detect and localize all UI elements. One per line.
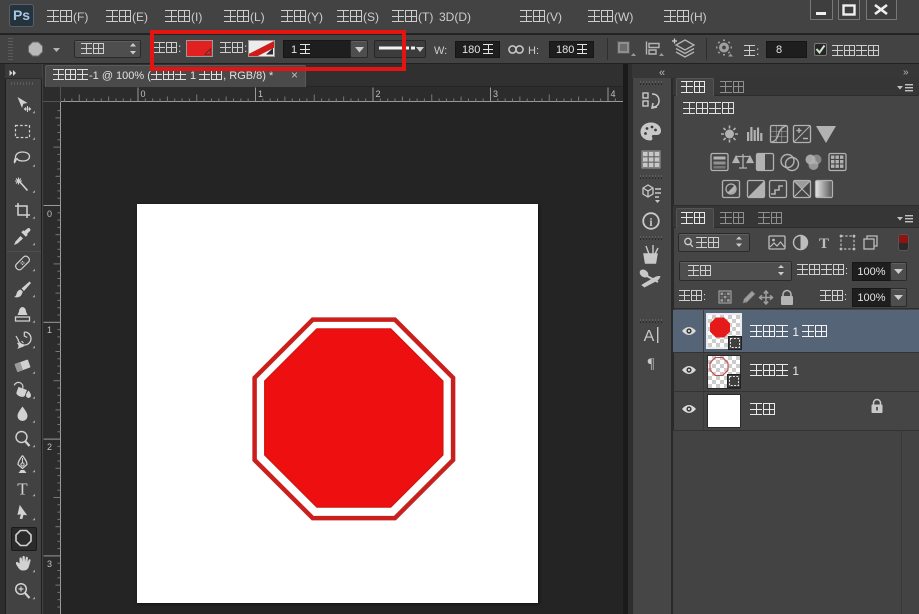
svg-text:T: T	[17, 480, 28, 499]
svg-text:¶: ¶	[648, 356, 655, 372]
svg-text:T: T	[819, 236, 829, 252]
svg-text:A: A	[644, 328, 655, 345]
svg-text:i: i	[649, 217, 653, 229]
